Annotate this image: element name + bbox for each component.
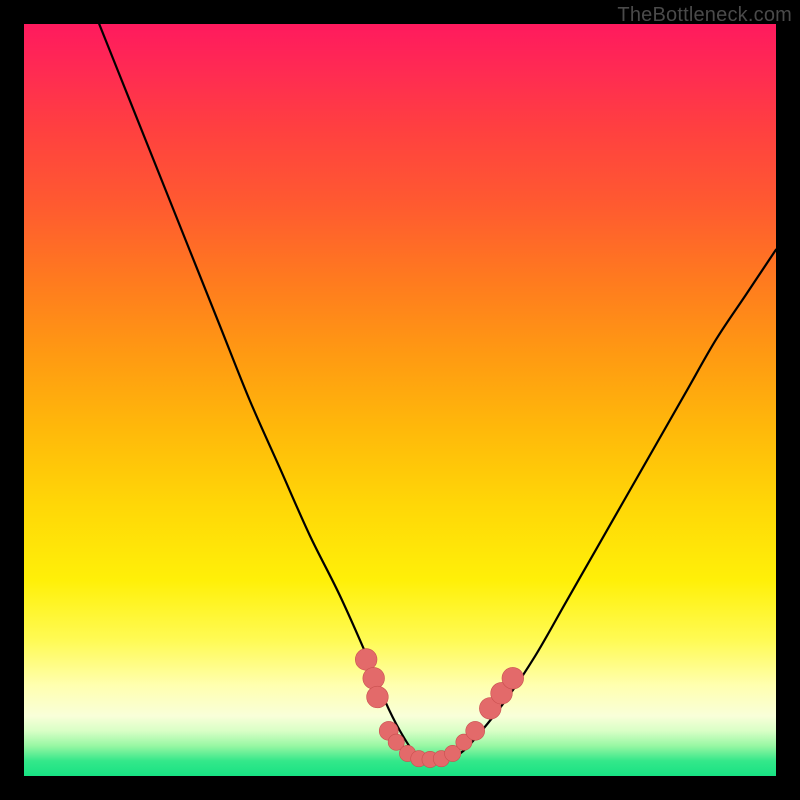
curve-marker [355, 649, 377, 671]
curve-marker [502, 667, 524, 689]
watermark-text: TheBottleneck.com [617, 4, 792, 27]
bottleneck-curve-svg [24, 24, 776, 776]
curve-marker [367, 686, 389, 708]
plot-area [24, 24, 776, 776]
curve-markers [355, 649, 523, 768]
bottleneck-curve [99, 24, 776, 762]
chart-frame: TheBottleneck.com [0, 0, 800, 800]
curve-marker [363, 667, 385, 689]
curve-marker [466, 721, 485, 740]
